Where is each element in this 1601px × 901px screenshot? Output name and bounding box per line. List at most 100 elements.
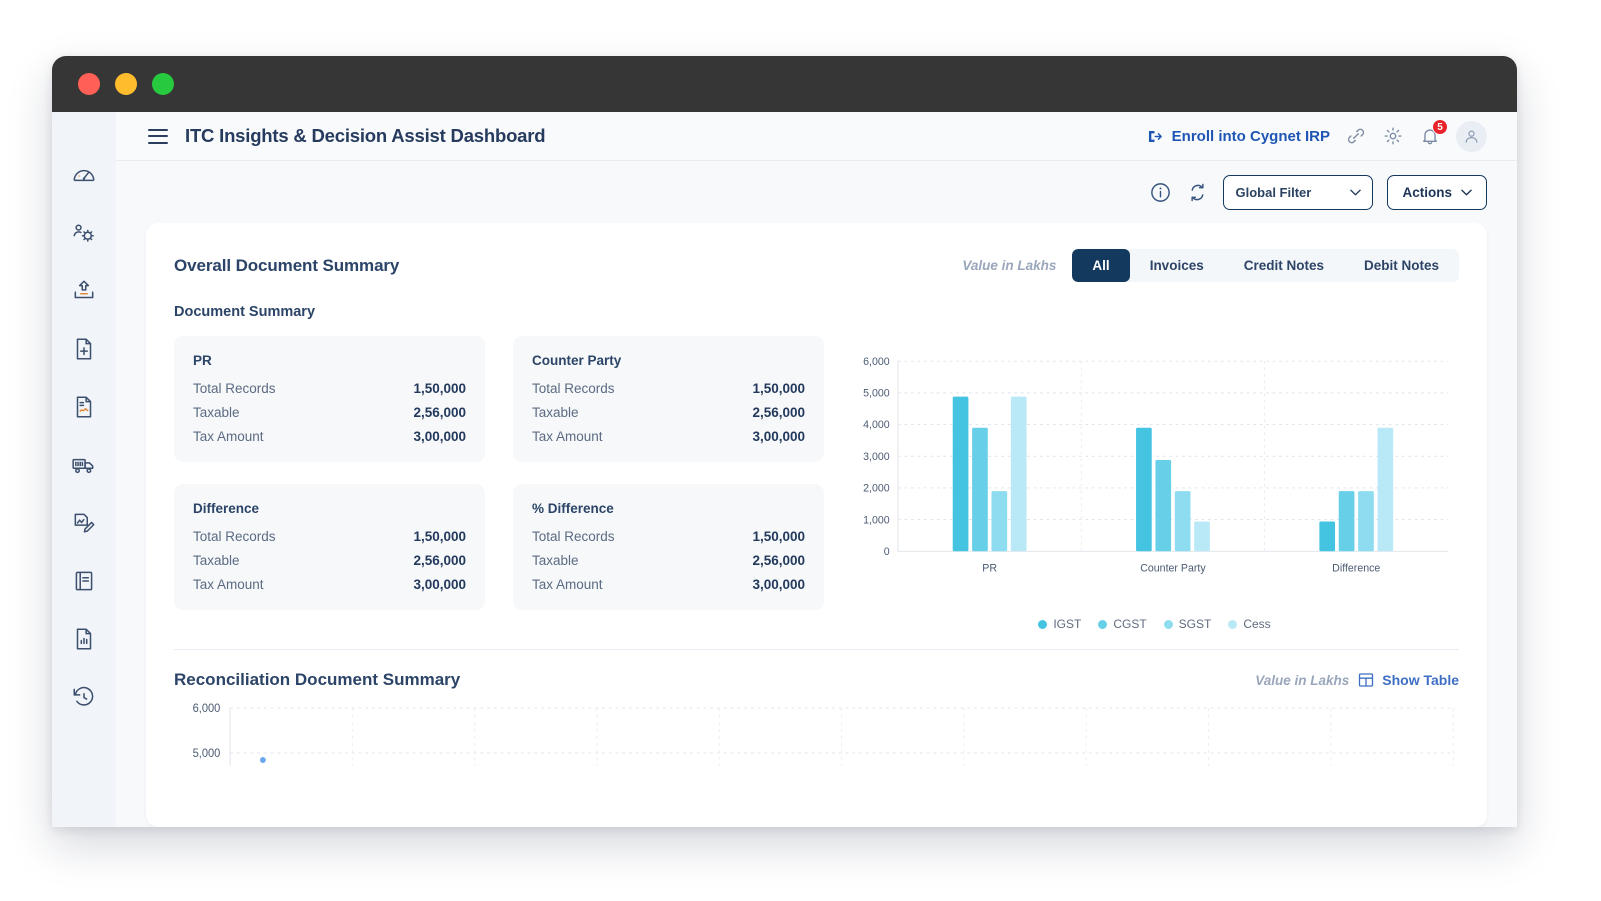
- reconciliation-chart-svg[interactable]: 6,000 5,000: [174, 696, 1459, 766]
- show-table-label: Show Table: [1382, 672, 1459, 688]
- header-actions: Enroll into Cygnet IRP 5: [1145, 119, 1487, 152]
- actions-label: Actions: [1402, 184, 1452, 200]
- link-icon[interactable]: [1345, 125, 1367, 147]
- svg-text:6,000: 6,000: [193, 703, 221, 715]
- document-type-tabs: All Invoices Credit Notes Debit Notes: [1072, 249, 1459, 282]
- screen-root: ITC Insights & Decision Assist Dashboard…: [0, 0, 1601, 901]
- tab-debit-notes[interactable]: Debit Notes: [1344, 249, 1459, 282]
- document-add-icon: [76, 338, 92, 360]
- overall-bar-chart: 0 1,000 2,000 3,000 4,000 5,000 6,000 PR Counter…: [850, 336, 1459, 631]
- enroll-arrow-icon: [1148, 130, 1162, 142]
- card-row: Taxable 2,56,000: [193, 405, 466, 420]
- row-label: Tax Amount: [193, 577, 264, 592]
- tab-credit-notes[interactable]: Credit Notes: [1224, 249, 1344, 282]
- card-row: Taxable 2,56,000: [193, 553, 466, 568]
- card-title: PR: [193, 353, 212, 368]
- sidebar-item-truck-delivery[interactable]: [67, 448, 101, 482]
- enroll-cygnet-irp-link[interactable]: Enroll into Cygnet IRP: [1145, 127, 1330, 146]
- row-label: Tax Amount: [532, 577, 603, 592]
- gear-icon[interactable]: [1382, 125, 1404, 147]
- row-value: 3,00,000: [752, 429, 805, 444]
- app-window: ITC Insights & Decision Assist Dashboard…: [52, 56, 1517, 827]
- legend-item-cess[interactable]: Cess: [1228, 617, 1271, 631]
- overall-card-header: Overall Document Summary Value in Lakhs …: [174, 249, 1459, 282]
- summary-and-chart-row: PR Total Records 1,50,000 Taxable 2,56,0…: [174, 336, 1459, 631]
- sidebar-item-document-report[interactable]: [67, 622, 101, 656]
- card-row: Total Records 1,50,000: [532, 529, 805, 544]
- document-report-icon: [76, 628, 92, 650]
- sidebar-item-document-add[interactable]: [67, 332, 101, 366]
- row-value: 1,50,000: [752, 381, 805, 396]
- tab-all[interactable]: All: [1072, 249, 1130, 282]
- summary-card-counter-party: Counter Party Total Records 1,50,000 Tax…: [513, 336, 824, 462]
- show-table-button[interactable]: Show Table: [1358, 672, 1459, 688]
- row-value: 3,00,000: [752, 577, 805, 592]
- avatar[interactable]: [1456, 120, 1487, 152]
- chevron-down-icon: [1350, 189, 1362, 195]
- user-icon: [1465, 130, 1478, 143]
- notification-badge: 5: [1432, 119, 1448, 135]
- svg-text:5,000: 5,000: [863, 388, 890, 400]
- sidebar-item-document-edit[interactable]: [67, 506, 101, 540]
- sidebar-item-document-signed[interactable]: [67, 390, 101, 424]
- window-body: ITC Insights & Decision Assist Dashboard…: [52, 112, 1517, 827]
- overall-document-summary-card: Overall Document Summary Value in Lakhs …: [146, 223, 1487, 827]
- sidebar-item-dashboard-gauge[interactable]: [67, 158, 101, 192]
- svg-text:2,000: 2,000: [863, 483, 890, 495]
- sidebar-item-history[interactable]: [67, 680, 101, 714]
- legend-item-sgst[interactable]: SGST: [1163, 617, 1211, 631]
- row-label: Total Records: [193, 381, 276, 396]
- reconciliation-title: Reconciliation Document Summary: [174, 670, 461, 689]
- table-grid-icon: [1359, 673, 1374, 687]
- user-settings-icon: [73, 224, 94, 242]
- bar-chart-svg[interactable]: 0 1,000 2,000 3,000 4,000 5,000 6,000 PR Counter…: [850, 340, 1459, 602]
- document-edit-icon: [74, 513, 95, 533]
- actions-button[interactable]: Actions: [1387, 174, 1487, 210]
- row-label: Total Records: [532, 529, 615, 544]
- content-scroll-area[interactable]: Overall Document Summary Value in Lakhs …: [116, 223, 1517, 827]
- row-value: 2,56,000: [413, 405, 466, 420]
- svg-text:Counter Party: Counter Party: [1140, 563, 1206, 575]
- window-titlebar: [52, 56, 1517, 112]
- row-value: 1,50,000: [413, 529, 466, 544]
- notifications-bell-icon[interactable]: 5: [1419, 119, 1448, 147]
- page-title: ITC Insights & Decision Assist Dashboard: [185, 125, 546, 146]
- sidebar-item-user-settings[interactable]: [67, 216, 101, 250]
- refresh-sync-icon[interactable]: [1186, 181, 1209, 204]
- card-row: Tax Amount 3,00,000: [193, 429, 466, 444]
- card-title: % Difference: [532, 501, 614, 516]
- row-label: Taxable: [532, 405, 579, 420]
- tab-invoices[interactable]: Invoices: [1130, 249, 1224, 282]
- menu-toggle-button[interactable]: [148, 128, 168, 144]
- history-icon: [73, 686, 94, 706]
- row-label: Taxable: [532, 553, 579, 568]
- info-icon[interactable]: [1149, 181, 1172, 204]
- reconciliation-value-note: Value in Lakhs: [1255, 672, 1350, 688]
- svg-text:4,000: 4,000: [863, 419, 890, 431]
- sidebar-item-upload[interactable]: [67, 274, 101, 308]
- book-icon: [75, 571, 93, 591]
- svg-text:1,000: 1,000: [863, 514, 890, 526]
- summary-card-pr: PR Total Records 1,50,000 Taxable 2,56,0…: [174, 336, 485, 462]
- row-label: Total Records: [193, 529, 276, 544]
- maximize-window-button[interactable]: [152, 73, 174, 95]
- row-value: 2,56,000: [413, 553, 466, 568]
- card-row: Taxable 2,56,000: [532, 405, 805, 420]
- svg-text:Difference: Difference: [1332, 563, 1380, 575]
- enroll-label: Enroll into Cygnet IRP: [1171, 127, 1330, 145]
- app-header: ITC Insights & Decision Assist Dashboard…: [116, 112, 1517, 161]
- global-filter-select[interactable]: Global Filter: [1223, 174, 1374, 210]
- legend-item-cgst[interactable]: CGST: [1098, 617, 1147, 631]
- row-label: Taxable: [193, 405, 240, 420]
- legend-swatch: [1038, 619, 1048, 629]
- summary-cards-pane: PR Total Records 1,50,000 Taxable 2,56,0…: [174, 336, 824, 631]
- row-value: 2,56,000: [752, 405, 805, 420]
- legend-item-igst[interactable]: IGST: [1038, 617, 1081, 631]
- card-row: Tax Amount 3,00,000: [532, 577, 805, 592]
- legend-swatch: [1163, 619, 1173, 629]
- close-window-button[interactable]: [78, 73, 100, 95]
- sidebar-item-book[interactable]: [67, 564, 101, 598]
- minimize-window-button[interactable]: [115, 73, 137, 95]
- toolbar: Global Filter Actions: [116, 161, 1517, 223]
- overall-value-note: Value in Lakhs: [962, 258, 1057, 273]
